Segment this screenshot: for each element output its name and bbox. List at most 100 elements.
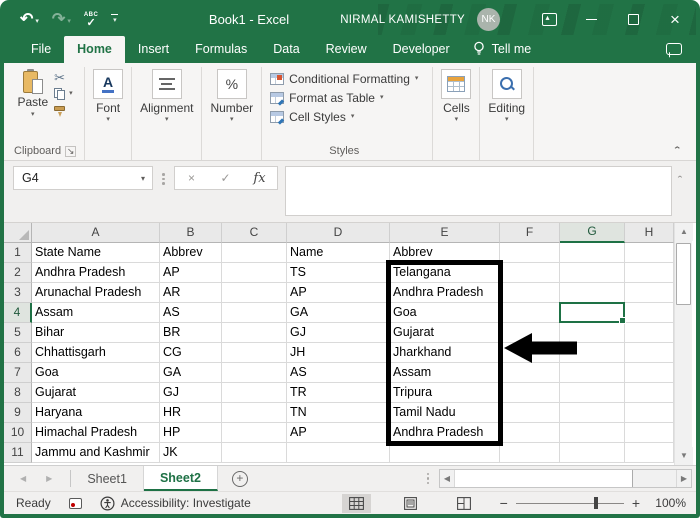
cell-B5[interactable]: BR [160,323,222,343]
insert-function-button[interactable]: fx [243,171,277,186]
cell-E5[interactable]: Gujarat [390,323,500,343]
cell-D11[interactable] [287,443,390,463]
tab-insert[interactable]: Insert [125,36,182,63]
cell-C1[interactable] [222,243,287,263]
cell-C5[interactable] [222,323,287,343]
cell-G2[interactable] [560,263,625,283]
row-header-10[interactable]: 10 [4,423,32,443]
cell-H8[interactable] [625,383,674,403]
cell-B1[interactable]: Abbrev [160,243,222,263]
cell-G9[interactable] [560,403,625,423]
user-name[interactable]: NIRMAL KAMISHETTY [340,14,465,26]
cell-E10[interactable]: Andhra Pradesh [390,423,500,443]
cell-C6[interactable] [222,343,287,363]
cell-B6[interactable]: CG [160,343,222,363]
font-group-button[interactable]: A Font ▾ [93,69,124,123]
row-header-5[interactable]: 5 [4,323,32,343]
cell-D8[interactable]: TR [287,383,390,403]
cell-D10[interactable]: AP [287,423,390,443]
cell-D3[interactable]: AP [287,283,390,303]
enter-button[interactable]: ✓ [209,171,243,185]
cell-A3[interactable]: Arunachal Pradesh [32,283,160,303]
format-as-table-button[interactable]: Format as Table ▾ [270,91,384,105]
alignment-group-button[interactable]: Alignment ▾ [140,69,193,123]
cell-F7[interactable] [500,363,560,383]
cell-G5[interactable] [560,323,625,343]
cell-C9[interactable] [222,403,287,423]
prev-sheet-icon[interactable]: ◀ [20,474,26,483]
page-break-preview-button[interactable] [450,494,478,513]
cell-F10[interactable] [500,423,560,443]
cell-B2[interactable]: AP [160,263,222,283]
cell-A9[interactable]: Haryana [32,403,160,423]
row-header-7[interactable]: 7 [4,363,32,383]
cell-H5[interactable] [625,323,674,343]
vertical-scrollbar[interactable]: ▲ ▼ [674,223,693,465]
cell-C8[interactable] [222,383,287,403]
cell-F6[interactable] [500,343,560,363]
col-header-E[interactable]: E [390,223,500,243]
cell-F5[interactable] [500,323,560,343]
copy-button[interactable]: ▾ [54,88,73,100]
tab-developer[interactable]: Developer [380,36,463,63]
cell-G7[interactable] [560,363,625,383]
maximize-button[interactable] [612,4,654,35]
horizontal-scrollbar[interactable]: ◀ ▶ [439,469,692,488]
row-header-3[interactable]: 3 [4,283,32,303]
scroll-left-icon[interactable]: ◀ [440,470,455,487]
col-header-H[interactable]: H [625,223,674,243]
col-header-B[interactable]: B [160,223,222,243]
cell-D2[interactable]: TS [287,263,390,283]
cell-F2[interactable] [500,263,560,283]
cell-G3[interactable] [560,283,625,303]
formula-bar-handle[interactable] [162,173,165,185]
tab-formulas[interactable]: Formulas [182,36,260,63]
format-painter-icon[interactable] [54,106,66,117]
scroll-up-icon[interactable]: ▲ [675,223,693,241]
number-group-button[interactable]: % Number ▾ [210,69,253,123]
name-box[interactable]: G4 ▾ [13,166,153,190]
tab-file[interactable]: File [18,36,64,63]
col-header-A[interactable]: A [32,223,160,243]
collapse-ribbon-button[interactable]: ⌃ [673,145,682,154]
scrollbar-resize-handle[interactable] [426,466,429,491]
cell-D9[interactable]: TN [287,403,390,423]
cell-C11[interactable] [222,443,287,463]
cell-H6[interactable] [625,343,674,363]
cell-H10[interactable] [625,423,674,443]
cell-A10[interactable]: Himachal Pradesh [32,423,160,443]
cancel-button[interactable]: × [175,171,209,185]
cell-H2[interactable] [625,263,674,283]
cell-A1[interactable]: State Name [32,243,160,263]
cell-G8[interactable] [560,383,625,403]
cell-D6[interactable]: JH [287,343,390,363]
cell-E11[interactable] [390,443,500,463]
accessibility-status[interactable]: Accessibility: Investigate [100,495,251,511]
conditional-formatting-button[interactable]: Conditional Formatting ▾ [270,72,418,86]
cell-B4[interactable]: AS [160,303,222,323]
customize-qat-button[interactable]: ▾ [111,13,119,26]
horizontal-scroll-thumb[interactable] [455,470,633,487]
cells-group-button[interactable]: Cells ▾ [441,69,472,123]
cell-A6[interactable]: Chhattisgarh [32,343,160,363]
cell-E7[interactable]: Assam [390,363,500,383]
tab-home[interactable]: Home [64,36,125,63]
cell-C3[interactable] [222,283,287,303]
close-button[interactable]: × [654,4,696,35]
cell-G4[interactable] [560,303,625,323]
sheet-tab-sheet2[interactable]: Sheet2 [143,466,218,491]
cell-E8[interactable]: Tripura [390,383,500,403]
row-header-8[interactable]: 8 [4,383,32,403]
formula-input[interactable] [284,166,672,216]
cell-E1[interactable]: Abbrev [390,243,500,263]
cell-A7[interactable]: Goa [32,363,160,383]
cell-B8[interactable]: GJ [160,383,222,403]
cell-H4[interactable] [625,303,674,323]
cell-D5[interactable]: GJ [287,323,390,343]
cell-H11[interactable] [625,443,674,463]
cell-C4[interactable] [222,303,287,323]
cell-E9[interactable]: Tamil Nadu [390,403,500,423]
tab-data[interactable]: Data [260,36,312,63]
cell-E2[interactable]: Telangana [390,263,500,283]
cell-F11[interactable] [500,443,560,463]
